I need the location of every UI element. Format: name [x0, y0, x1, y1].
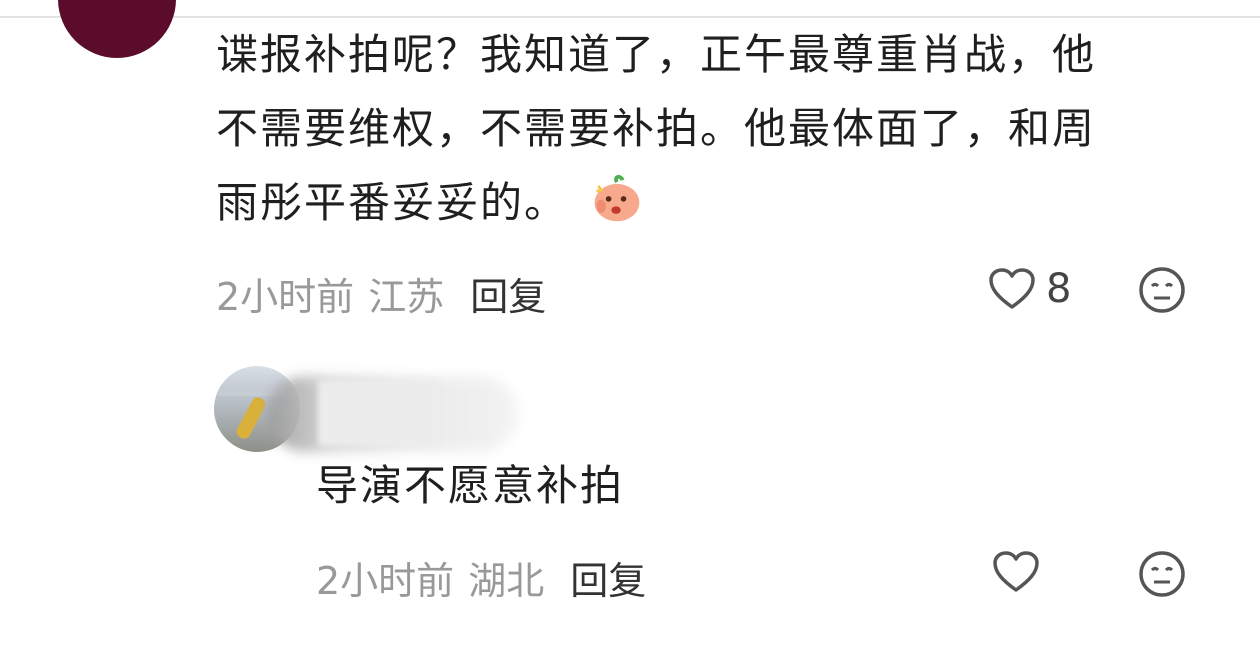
comment-location: 江苏 — [368, 275, 445, 319]
reply-time: 2小时前 — [316, 559, 455, 603]
top-divider — [0, 0, 1260, 18]
comment-time: 2小时前 — [216, 275, 355, 319]
comment-line: 谍报补拍呢？我知道了，正午最尊重肖战，他 — [216, 30, 1097, 79]
reply-text: 导演不愿意补拍 — [316, 461, 625, 510]
reply-button[interactable]: 回复 — [570, 559, 646, 603]
dislike-face-icon[interactable] — [1138, 266, 1186, 314]
heart-icon — [989, 268, 1035, 309]
comment-line: 不需要维权，不需要补拍。他最体面了，和周 — [216, 104, 1097, 153]
reply-button[interactable]: 回复 — [470, 275, 546, 319]
comment-line-text: 雨彤平番妥妥的。 — [216, 178, 569, 227]
angry-peach-emoji — [594, 174, 640, 222]
comment-meta: 2小时前 江苏 回复 — [216, 266, 546, 321]
comment-line: 雨彤平番妥妥的。 — [216, 166, 1216, 240]
dislike-face-icon[interactable] — [1138, 550, 1186, 598]
blurred-username — [318, 380, 438, 446]
avatar[interactable] — [58, 0, 176, 58]
avatar-detail — [234, 395, 268, 441]
heart-icon — [993, 551, 1039, 592]
like-count: 8 — [1046, 266, 1072, 312]
reply-location: 湖北 — [468, 559, 545, 603]
comment-text: 谍报补拍呢？我知道了，正午最尊重肖战，他 不需要维权，不需要补拍。他最体面了，和… — [216, 18, 1216, 240]
like-button[interactable] — [992, 550, 1040, 594]
reply-meta: 2小时前 湖北 回复 — [316, 550, 646, 605]
like-button[interactable]: 8 — [988, 266, 1071, 312]
